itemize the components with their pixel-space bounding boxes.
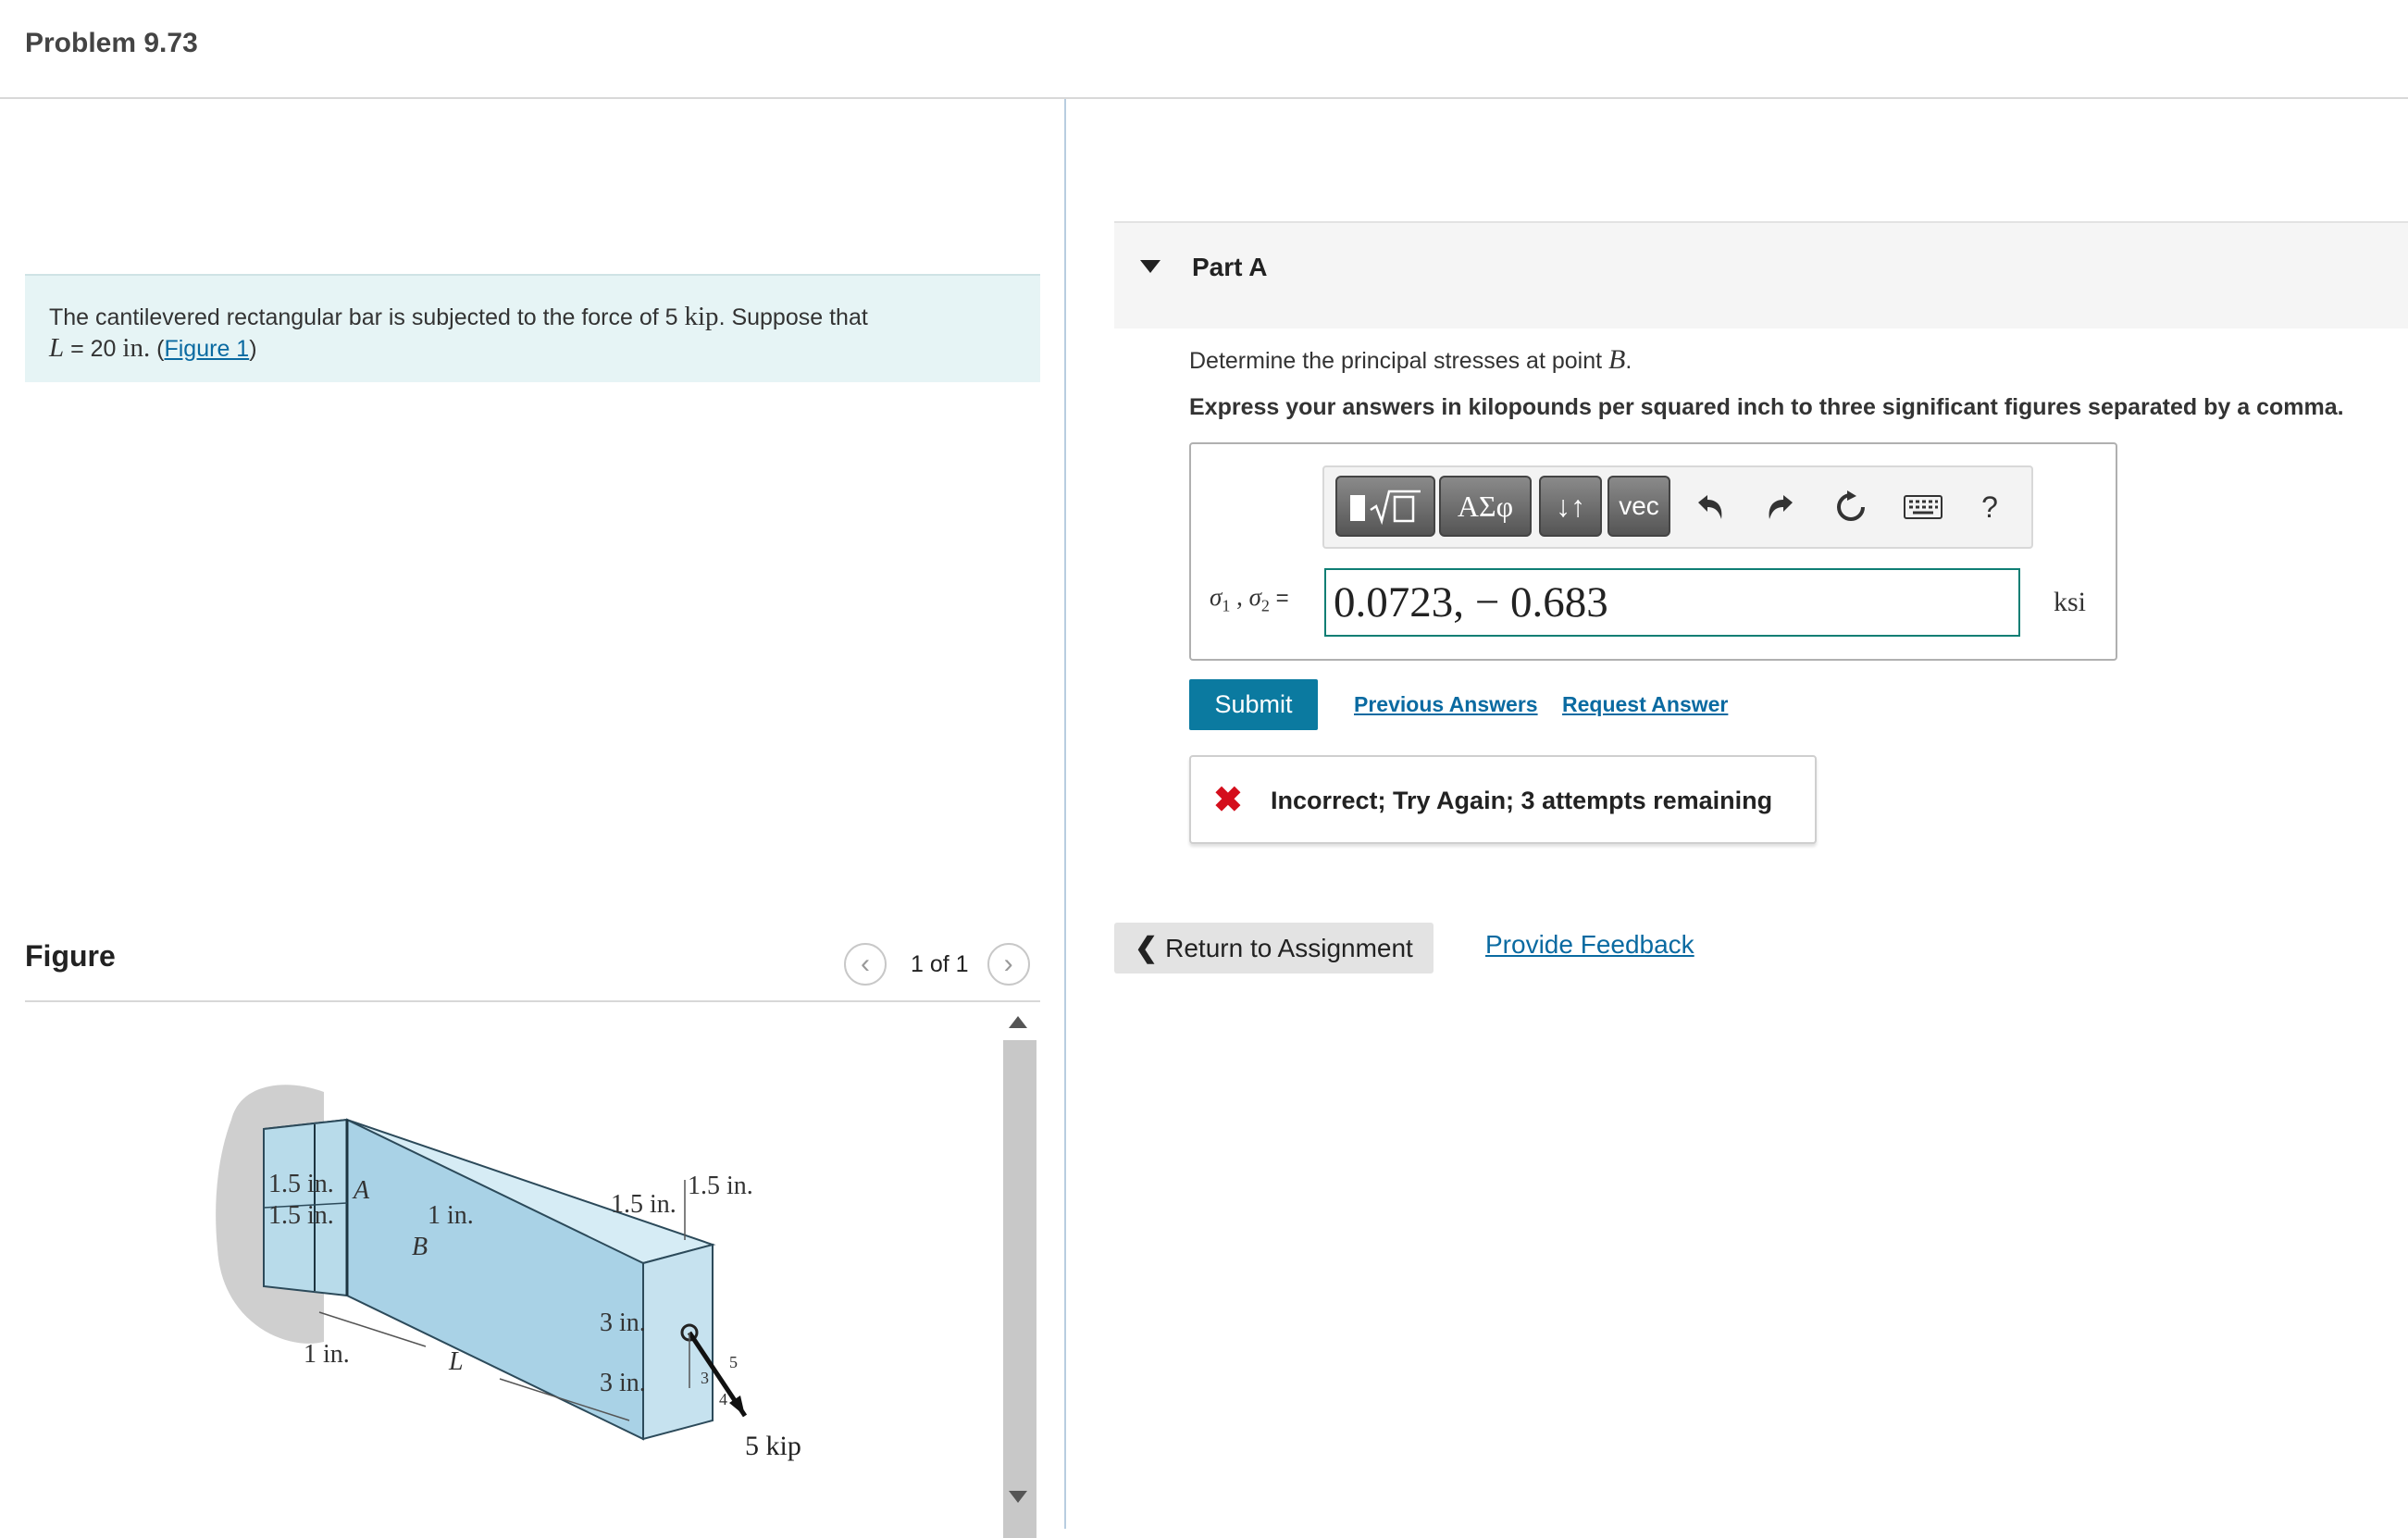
length-eq: = 20: [64, 336, 123, 362]
figure-scrollbar[interactable]: [999, 1007, 1036, 1538]
chevron-left-icon: ‹: [861, 949, 870, 979]
label-width-mid: 1.5 in.: [611, 1190, 676, 1219]
paren-close: ): [249, 336, 257, 362]
label-slope-5: 5: [729, 1353, 738, 1371]
templates-button[interactable]: [1335, 476, 1435, 537]
length-symbol: L: [49, 333, 65, 363]
caret-down-icon: [1140, 260, 1161, 273]
label-h1: 3 in.: [600, 1309, 646, 1337]
vector-button[interactable]: vec: [1607, 476, 1670, 537]
page-title: Problem 9.73: [25, 28, 198, 58]
keyboard-icon: [1904, 495, 1943, 519]
figure-prev-button[interactable]: ‹: [844, 943, 887, 986]
question-text: Determine the principal stresses at poin…: [1189, 344, 1632, 376]
templates-icon: [1350, 490, 1421, 526]
sigma-1: σ: [1210, 583, 1223, 611]
label-width-end: 1.5 in.: [688, 1172, 753, 1200]
answer-equals: =: [1269, 586, 1289, 611]
feedback-message: ✖ Incorrect; Try Again; 3 attempts remai…: [1189, 755, 1817, 844]
length-unit: in.: [122, 333, 151, 363]
subscript-superscript-button[interactable]: ↓↑: [1539, 476, 1602, 537]
answer-instruction: Express your answers in kilopounds per s…: [1189, 394, 2344, 420]
undo-button[interactable]: [1685, 480, 1735, 534]
label-a1: 1.5 in.: [268, 1170, 334, 1198]
label-slope-3: 3: [701, 1369, 709, 1387]
chevron-left-icon: ❮: [1135, 933, 1159, 963]
help-button[interactable]: ?: [1965, 480, 2015, 534]
label-slope-4: 4: [719, 1390, 727, 1408]
reset-button[interactable]: [1826, 480, 1876, 534]
figure-heading: Figure: [25, 939, 116, 973]
sigma-1-subscript: 1: [1222, 596, 1231, 615]
figure-count: 1 of 1: [911, 950, 969, 977]
provide-feedback-link[interactable]: Provide Feedback: [1485, 930, 1694, 960]
cantilever-bar-diagram: 1.5 in. 1.5 in. A 1 in. B 1 in. L 1.5 in…: [216, 1085, 801, 1461]
math-toolbar: ΑΣφ ↓↑ vec ?: [1322, 465, 2033, 549]
return-to-assignment-button[interactable]: ❮ Return to Assignment: [1114, 923, 1434, 974]
return-label: Return to Assignment: [1165, 933, 1413, 962]
bar-end-face: [642, 1243, 714, 1441]
keyboard-button[interactable]: [1898, 480, 1948, 534]
intro-text-2: . Suppose that: [718, 304, 868, 330]
chevron-right-icon: ›: [1003, 949, 1013, 979]
figure-pager: ‹ 1 of 1 ›: [844, 941, 1030, 987]
label-length: L: [448, 1347, 464, 1376]
force-unit: kip: [684, 302, 719, 331]
scroll-thumb[interactable]: [1003, 1040, 1036, 1538]
figure-next-button[interactable]: ›: [987, 943, 1030, 986]
submit-button[interactable]: Submit: [1189, 679, 1318, 730]
answer-label: σ1 , σ2 =: [1210, 583, 1289, 615]
label-h2: 3 in.: [600, 1369, 646, 1397]
scroll-up-icon[interactable]: [1009, 1016, 1027, 1028]
label-point-a: A: [352, 1176, 370, 1205]
label-point-b: B: [412, 1233, 428, 1261]
redo-button[interactable]: [1756, 480, 1806, 534]
paren-open: (: [150, 336, 165, 362]
question-point: B: [1608, 344, 1626, 375]
undo-icon: [1698, 495, 1722, 519]
label-one-in-bottom: 1 in.: [304, 1340, 350, 1369]
request-answer-link[interactable]: Request Answer: [1562, 692, 1728, 717]
problem-statement: The cantilevered rectangular bar is subj…: [25, 274, 1040, 382]
header-divider: [0, 97, 2408, 99]
column-divider: [1064, 99, 1066, 1529]
part-a-header[interactable]: Part A: [1114, 221, 2408, 329]
bar-side-face: [346, 1118, 644, 1441]
reset-icon: [1837, 490, 1865, 521]
part-a-title: Part A: [1192, 253, 1268, 281]
answer-unit: ksi: [2054, 587, 2087, 617]
sigma-2-subscript: 2: [1260, 596, 1270, 615]
x-mark-icon: ✖: [1213, 781, 1243, 820]
sigma-2: σ: [1248, 583, 1261, 611]
label-a2: 1.5 in.: [268, 1201, 334, 1230]
answer-area: ΑΣφ ↓↑ vec ? σ1 , σ2 = 0.0723, − 0.683 k…: [1189, 442, 2117, 661]
label-force: 5 kip: [745, 1431, 801, 1461]
scroll-down-icon[interactable]: [1009, 1491, 1027, 1503]
label-one-in-top: 1 in.: [428, 1201, 474, 1230]
previous-answers-link[interactable]: Previous Answers: [1354, 692, 1538, 717]
answer-input[interactable]: 0.0723, − 0.683: [1324, 568, 2020, 637]
feedback-text: Incorrect; Try Again; 3 attempts remaini…: [1271, 787, 1773, 814]
intro-text-1: The cantilevered rectangular bar is subj…: [49, 304, 685, 330]
figure-divider: [25, 1000, 1040, 1002]
figure-link[interactable]: Figure 1: [164, 336, 249, 362]
question-prefix: Determine the principal stresses at poin…: [1189, 348, 1608, 374]
sigma-separator: ,: [1230, 583, 1249, 611]
greek-symbols-button[interactable]: ΑΣφ: [1439, 476, 1532, 537]
question-suffix: .: [1625, 348, 1632, 374]
redo-icon: [1769, 495, 1793, 519]
